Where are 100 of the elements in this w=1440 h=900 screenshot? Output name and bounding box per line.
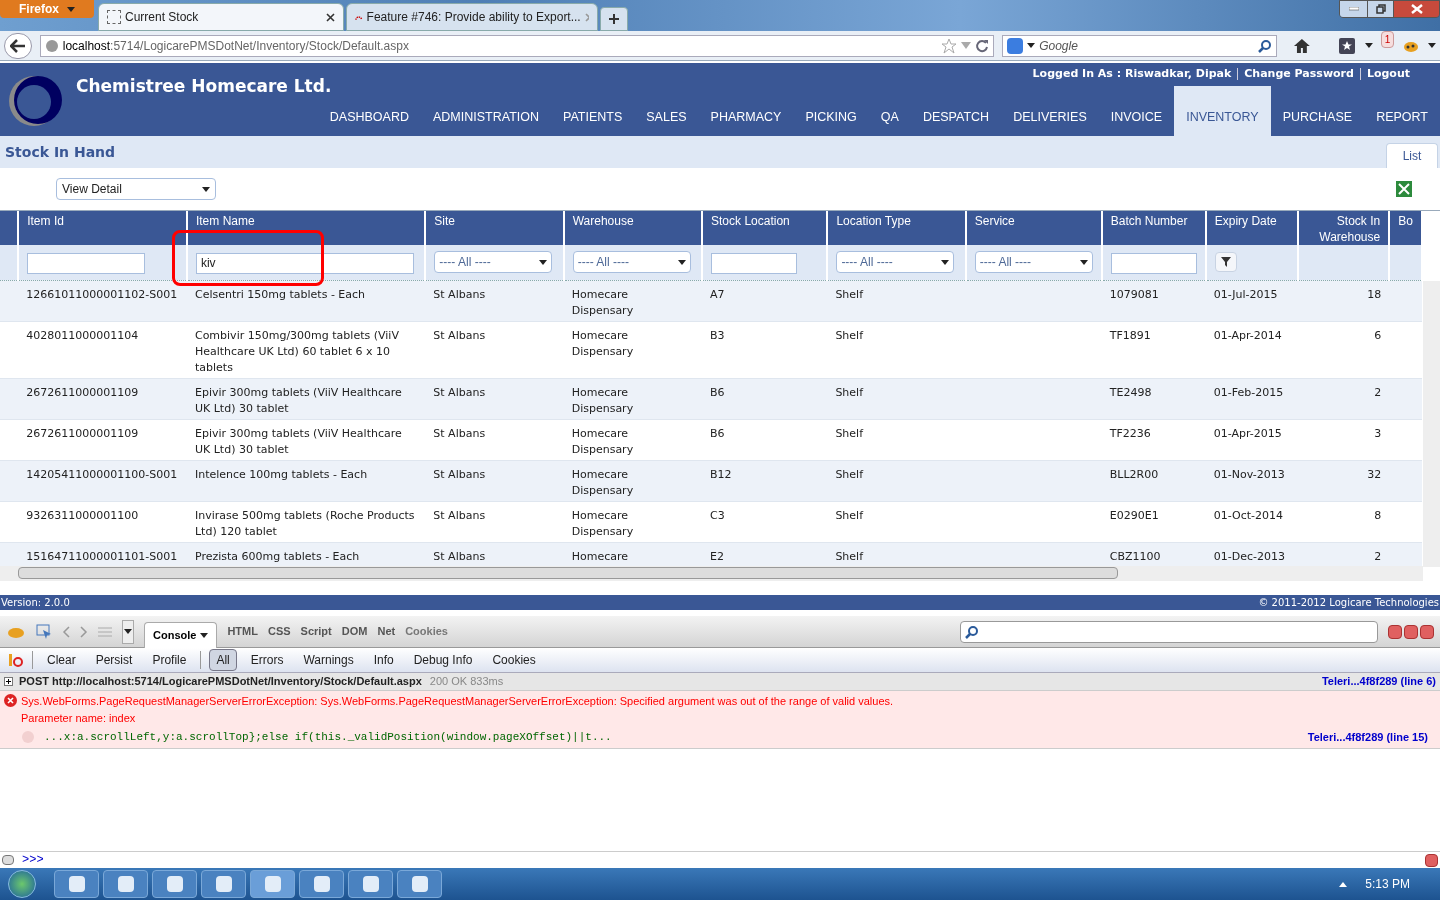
menu-button[interactable] [122, 619, 134, 644]
firebug-tab[interactable]: Console [144, 621, 218, 648]
clear-console-icon[interactable] [8, 652, 24, 668]
taskbar-app-button[interactable] [299, 870, 344, 898]
minimize-icon[interactable] [1388, 624, 1402, 639]
tray-expand-icon[interactable] [1339, 881, 1348, 887]
nav-tab[interactable]: PHARMACY [698, 86, 794, 136]
inspect-icon[interactable] [36, 623, 52, 640]
column-header[interactable]: Location Type [836, 213, 957, 229]
command-line-icon[interactable] [2, 855, 14, 865]
bookmarks-icon[interactable] [1339, 37, 1357, 54]
filter-field[interactable]: kiv [195, 252, 414, 274]
column-header[interactable]: Expiry Date [1214, 213, 1289, 229]
nav-tab[interactable]: INVENTORY [1174, 86, 1271, 136]
console-filter[interactable]: Warnings [297, 651, 360, 669]
back-icon[interactable] [62, 625, 70, 638]
close-button[interactable] [1393, 1, 1439, 17]
start-button[interactable] [8, 870, 36, 898]
firebug-tab[interactable]: DOM [341, 623, 368, 640]
taskbar-app-button[interactable] [250, 870, 295, 898]
power-icon[interactable] [1420, 624, 1434, 639]
console-filter[interactable]: Cookies [486, 651, 542, 669]
firebug-tab[interactable]: Cookies [405, 623, 448, 640]
app-icon [166, 876, 183, 892]
taskbar-app-button[interactable] [54, 870, 99, 898]
column-header[interactable]: Warehouse [572, 213, 694, 229]
address-bar[interactable]: localhost:5714/LogicarePMSDotNet/Inventory/Stock/Default.aspx [39, 34, 995, 57]
firebug-tab[interactable]: Script [300, 623, 332, 640]
console-command[interactable]: Clear [41, 651, 82, 669]
nav-tab[interactable]: QA [868, 86, 911, 136]
taskbar-app-button[interactable] [152, 870, 197, 898]
nav-tab[interactable]: DESPATCH [910, 86, 1002, 136]
search-field[interactable]: Google [1002, 34, 1278, 57]
column-header[interactable]: Stock Location [711, 213, 819, 229]
taskbar-app-button[interactable] [103, 870, 148, 898]
table-cell: 18 [1367, 287, 1382, 301]
forward-icon[interactable] [80, 625, 88, 638]
search-icon[interactable] [1258, 38, 1273, 53]
filter-button[interactable] [1214, 252, 1237, 273]
search-engine-icon[interactable] [1007, 37, 1024, 54]
scrollbar-thumb[interactable] [18, 567, 1118, 579]
firebug-tab[interactable]: Net [377, 623, 396, 640]
console-filter[interactable]: Info [367, 651, 400, 669]
nav-tab[interactable]: ADMINISTRATION [421, 86, 551, 136]
console-filter[interactable]: All [209, 649, 237, 671]
nav-tab[interactable]: SALES [634, 86, 699, 136]
column-header[interactable]: Item Id [27, 213, 178, 229]
filter-select[interactable]: ---- All ---- [974, 251, 1093, 274]
taskbar-app-button[interactable] [397, 870, 442, 898]
filter-select[interactable]: ---- All ---- [434, 251, 553, 274]
filter-select[interactable]: ---- All ---- [572, 251, 691, 274]
nav-tab[interactable]: DELIVERIES [1001, 86, 1099, 136]
filter-field[interactable] [1110, 252, 1197, 274]
nav-tab[interactable]: INVOICE [1098, 86, 1175, 136]
nav-tab[interactable]: REPORT [1364, 86, 1440, 136]
back-button[interactable] [4, 32, 32, 59]
filter-select[interactable]: ---- All ---- [836, 251, 955, 274]
nav-tab[interactable]: PICKING [793, 86, 869, 136]
firebug-search-field[interactable] [960, 620, 1378, 643]
vertical-scrollbar[interactable] [1423, 281, 1440, 567]
expand-command-icon[interactable] [1425, 853, 1438, 867]
header-link[interactable]: Change Password [1244, 65, 1354, 83]
console-command[interactable]: Persist [89, 651, 139, 669]
page-icon [107, 10, 121, 24]
source-link[interactable]: Teleri...4f8f289 (line 6) [1321, 673, 1436, 690]
column-header[interactable]: Stock In Warehouse [1306, 213, 1381, 245]
console-command[interactable]: Profile [146, 651, 193, 669]
column-header[interactable]: Item Name [195, 213, 417, 229]
header-link[interactable]: Logout [1366, 65, 1410, 83]
list-tab[interactable]: List [1386, 143, 1438, 168]
request-url[interactable]: POST http://localhost:5714/LogicarePMSDotNet/Inventory/Stock/Default.aspx [19, 673, 422, 690]
firebug-tab[interactable]: HTML [227, 623, 258, 640]
column-header[interactable]: Bo [1398, 213, 1413, 229]
reload-icon[interactable] [975, 38, 990, 53]
restore-button[interactable] [1367, 1, 1393, 17]
view-select[interactable]: View Detail [56, 178, 216, 200]
source-link[interactable]: Teleri...4f8f289 (line 15) [1307, 729, 1428, 746]
console-filter[interactable]: Debug Info [407, 651, 479, 669]
detach-icon[interactable] [1404, 624, 1418, 639]
taskbar-app-button[interactable] [201, 870, 246, 898]
new-tab-button[interactable] [600, 7, 628, 31]
excel-export-icon[interactable] [1396, 181, 1412, 197]
star-icon[interactable] [941, 37, 958, 54]
column-header[interactable]: Site [434, 213, 555, 229]
firebug-tab[interactable]: CSS [267, 623, 291, 640]
dropdown-icon[interactable] [961, 41, 972, 50]
filter-field[interactable] [711, 252, 798, 274]
nav-tab[interactable]: PATIENTS [551, 86, 635, 136]
column-header[interactable]: Batch Number [1110, 213, 1197, 229]
notification-badge[interactable]: 1 [1380, 31, 1395, 48]
browser-tab[interactable]: Current Stock [98, 3, 344, 31]
taskbar-app-button[interactable] [348, 870, 393, 898]
expand-icon[interactable] [4, 677, 13, 686]
column-header[interactable]: Service [974, 213, 1093, 229]
nav-tab[interactable]: PURCHASE [1270, 86, 1365, 136]
horizontal-scrollbar[interactable] [0, 566, 1423, 581]
home-icon[interactable] [1293, 37, 1311, 54]
console-filter[interactable]: Errors [244, 651, 290, 669]
browser-tab[interactable]: Feature #746: Provide ability to Export... [346, 3, 598, 31]
filter-field[interactable] [27, 252, 146, 274]
